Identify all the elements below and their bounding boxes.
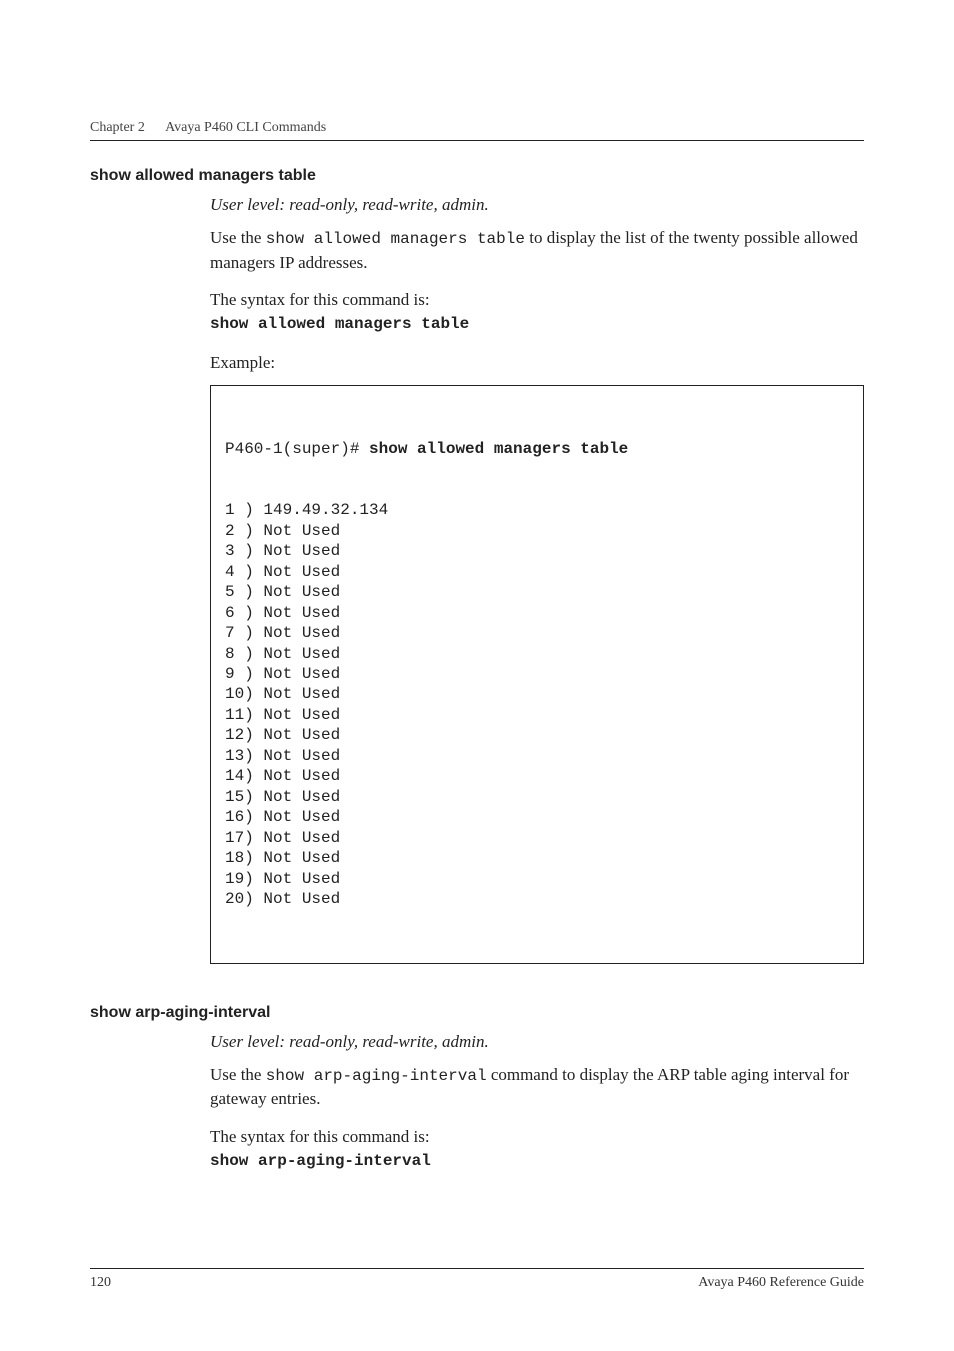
section2-heading: show arp-aging-interval (90, 1004, 864, 1022)
section2-body: User level: read-only, read-write, admin… (210, 1030, 864, 1170)
allowed-managers-list: 1 ) 149.49.32.134 2 ) Not Used 3 ) Not U… (225, 500, 849, 909)
section1-syntax-cmd: show allowed managers table (210, 315, 864, 333)
section1-userlevel: User level: read-only, read-write, admin… (210, 193, 864, 216)
running-head: Chapter 2 Avaya P460 CLI Commands (90, 120, 864, 136)
section1-syntax-label: The syntax for this command is: (210, 288, 864, 311)
footer-rule (90, 1268, 864, 1269)
section1-intro-cmd: show allowed managers table (266, 230, 525, 248)
section2-syntax-label: The syntax for this command is: (210, 1125, 864, 1148)
section1-example-label: Example: (210, 351, 864, 374)
page-number: 120 (90, 1275, 111, 1291)
running-head-rule (90, 140, 864, 141)
example-prompt-line: P460-1(super)# show allowed managers tab… (225, 439, 849, 459)
doc-title: Avaya P460 Reference Guide (698, 1275, 864, 1291)
section2-intro-cmd: show arp-aging-interval (266, 1067, 487, 1085)
footer-row: 120 Avaya P460 Reference Guide (90, 1275, 864, 1291)
section1-intro: Use the show allowed managers table to d… (210, 226, 864, 274)
chapter-title: Avaya P460 CLI Commands (165, 120, 326, 135)
section1-body: User level: read-only, read-write, admin… (210, 193, 864, 964)
section1-heading: show allowed managers table (90, 167, 864, 185)
section2-intro: Use the show arp-aging-interval command … (210, 1063, 864, 1111)
example-prompt: P460-1(super)# (225, 440, 369, 458)
chapter-label: Chapter 2 (90, 120, 145, 135)
example-cmd: show allowed managers table (369, 440, 628, 458)
section2-userlevel: User level: read-only, read-write, admin… (210, 1030, 864, 1053)
section1-intro-prefix: Use the (210, 228, 266, 247)
section1-example-codebox: P460-1(super)# show allowed managers tab… (210, 385, 864, 964)
page: Chapter 2 Avaya P460 CLI Commands show a… (0, 0, 954, 1351)
page-footer: 120 Avaya P460 Reference Guide (90, 1268, 864, 1291)
section2-syntax-cmd: show arp-aging-interval (210, 1152, 864, 1170)
section2-intro-prefix: Use the (210, 1065, 266, 1084)
